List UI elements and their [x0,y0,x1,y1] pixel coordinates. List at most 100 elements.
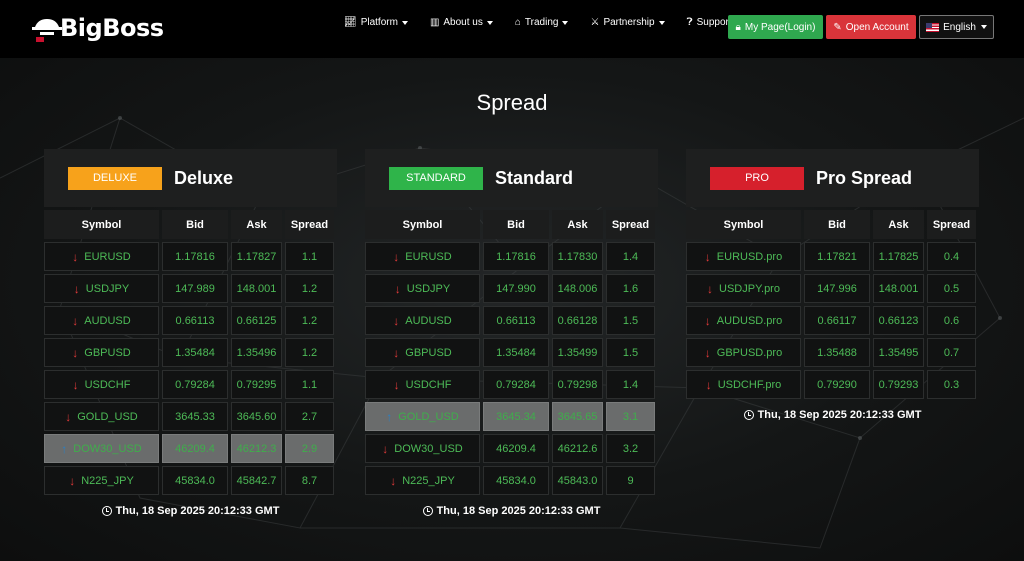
nav-about-us[interactable]: ▥ About us [430,17,493,28]
arrow-down-icon: ↓ [705,377,712,392]
arrow-down-icon: ↓ [393,345,400,360]
login-label: My Page(Login) [744,21,816,33]
symbol-label: USDCHF.pro [717,378,782,391]
ask-cell: 0.66125 [231,306,282,335]
arrow-down-icon: ↓ [704,345,711,360]
spread-panel-pro-spread: PRO Pro Spread Symbol Bid Ask Spread ↓ EURUSD.p… [686,149,979,421]
arrow-down-icon: ↓ [704,249,711,264]
symbol-cell: ↓ USDCHF [44,370,159,399]
arrow-down-icon: ↓ [382,441,389,456]
table-row: ↓ N225_JPY 45834.0 45842.7 8.7 [44,466,337,495]
table-row: ↓ AUDUSD 0.66113 0.66125 1.2 [44,306,337,335]
nav-about-label: About us [443,17,483,28]
spread-table: Symbol Bid Ask Spread ↓ EURUSD 1.17816 1.17827 1… [44,210,337,495]
table-row: ↓ GBPUSD 1.35484 1.35499 1.5 [365,338,658,367]
my-page-login-button[interactable]: 🔒︎ My Page(Login) [728,15,823,39]
nav-platform[interactable]: 📈︎ Platform [344,17,408,28]
logo-text: BigBoss [60,14,164,42]
bid-cell: 1.35484 [483,338,549,367]
table-row: ↓ DOW30_USD 46209.4 46212.6 3.2 [365,434,658,463]
top-header: BigBoss 📈︎ Platform ▥ About us ⌂ Trading… [0,0,1024,58]
table-row: ↓ AUDUSD.pro 0.66117 0.66123 0.6 [686,306,979,335]
table-row: ↓ EURUSD.pro 1.17821 1.17825 0.4 [686,242,979,271]
symbol-label: AUDUSD.pro [716,314,783,327]
open-account-button[interactable]: ✎ Open Account [826,15,916,39]
spread-cell: 1.2 [285,338,334,367]
spread-cell: 3.1 [606,402,655,431]
symbol-label: GOLD_USD [398,410,459,423]
spread-cell: 2.9 [285,434,334,463]
panel-title: Standard [495,167,574,188]
bid-cell: 1.17821 [804,242,870,271]
arrow-down-icon: ↓ [393,313,400,328]
bid-cell: 147.990 [483,274,549,303]
main-nav: 📈︎ Platform ▥ About us ⌂ Trading ⚔ Partn… [344,17,764,28]
clock-icon [743,410,754,420]
symbol-cell: ↑ GOLD_USD [365,402,480,431]
spread-cell: 1.2 [285,274,334,303]
col-header-ask: Ask [552,210,603,239]
clock-icon [422,506,433,516]
symbol-cell: ↓ EURUSD [44,242,159,271]
bid-cell: 1.35484 [162,338,228,367]
bid-cell: 45834.0 [162,466,228,495]
symbol-cell: ↓ USDCHF.pro [686,370,801,399]
panel-header: DELUXE Deluxe [44,149,337,207]
spread-cell: 0.7 [927,338,976,367]
symbol-cell: ↓ GBPUSD.pro [686,338,801,367]
ask-cell: 0.66128 [552,306,603,335]
ask-cell: 45842.7 [231,466,282,495]
nav-trading[interactable]: ⌂ Trading [515,17,569,28]
spread-cell: 0.4 [927,242,976,271]
spread-cell: 1.1 [285,242,334,271]
symbol-cell: ↓ USDJPY [44,274,159,303]
panel-title: Deluxe [174,167,234,188]
logo[interactable]: BigBoss [30,10,164,46]
bid-cell: 0.79290 [804,370,870,399]
symbol-cell: ↓ USDCHF [365,370,480,399]
arrow-down-icon: ↓ [65,409,72,424]
symbol-cell: ↓ AUDUSD [365,306,480,335]
language-label: English [943,21,976,33]
spread-cell: 0.5 [927,274,976,303]
spread-cell: 1.5 [606,338,655,367]
language-selector[interactable]: English [919,15,994,39]
timestamp: Thu, 18 Sep 2025 20:12:33 GMT [44,505,337,517]
ask-cell: 0.66123 [873,306,924,335]
nav-partnership[interactable]: ⚔ Partnership [590,17,665,28]
timestamp-label: Thu, 18 Sep 2025 20:12:33 GMT [436,505,601,517]
bid-cell: 147.989 [162,274,228,303]
account-type-badge: PRO [710,166,804,190]
question-icon: ❓︎ [686,17,693,28]
bid-cell: 1.17816 [483,242,549,271]
arrow-down-icon: ↓ [72,377,79,392]
arrow-down-icon: ↓ [394,281,401,296]
nav-support-label: Support [696,17,732,28]
table-row: ↑ GOLD_USD 3645.34 3645.65 3.1 [365,402,658,431]
bank-icon: ⌂ [514,17,521,28]
boss-hat-logo-icon [32,19,62,42]
spread-cell: 2.7 [285,402,334,431]
table-row: ↓ USDJPY 147.990 148.006 1.6 [365,274,658,303]
col-header-symbol: Symbol [365,210,480,239]
panel-header: PRO Pro Spread [686,149,979,207]
table-row: ↓ GBPUSD.pro 1.35488 1.35495 0.7 [686,338,979,367]
building-icon: ▥ [429,17,440,28]
symbol-cell: ↓ DOW30_USD [365,434,480,463]
timestamp-label: Thu, 18 Sep 2025 20:12:33 GMT [115,505,280,517]
arrow-up-icon: ↑ [386,409,393,424]
ask-cell: 1.35499 [552,338,603,367]
symbol-cell: ↓ USDJPY [365,274,480,303]
col-header-ask: Ask [231,210,282,239]
ask-cell: 0.79298 [552,370,603,399]
bid-cell: 0.66113 [162,306,228,335]
ask-cell: 148.001 [231,274,282,303]
account-type-badge: STANDARD [389,166,483,190]
arrow-down-icon: ↓ [707,281,714,296]
col-header-symbol: Symbol [44,210,159,239]
symbol-label: DOW30_USD [73,442,142,455]
col-header-bid: Bid [804,210,870,239]
panel-title: Pro Spread [816,167,913,188]
table-header-row: Symbol Bid Ask Spread [686,210,979,239]
symbol-label: USDCHF [84,378,131,391]
